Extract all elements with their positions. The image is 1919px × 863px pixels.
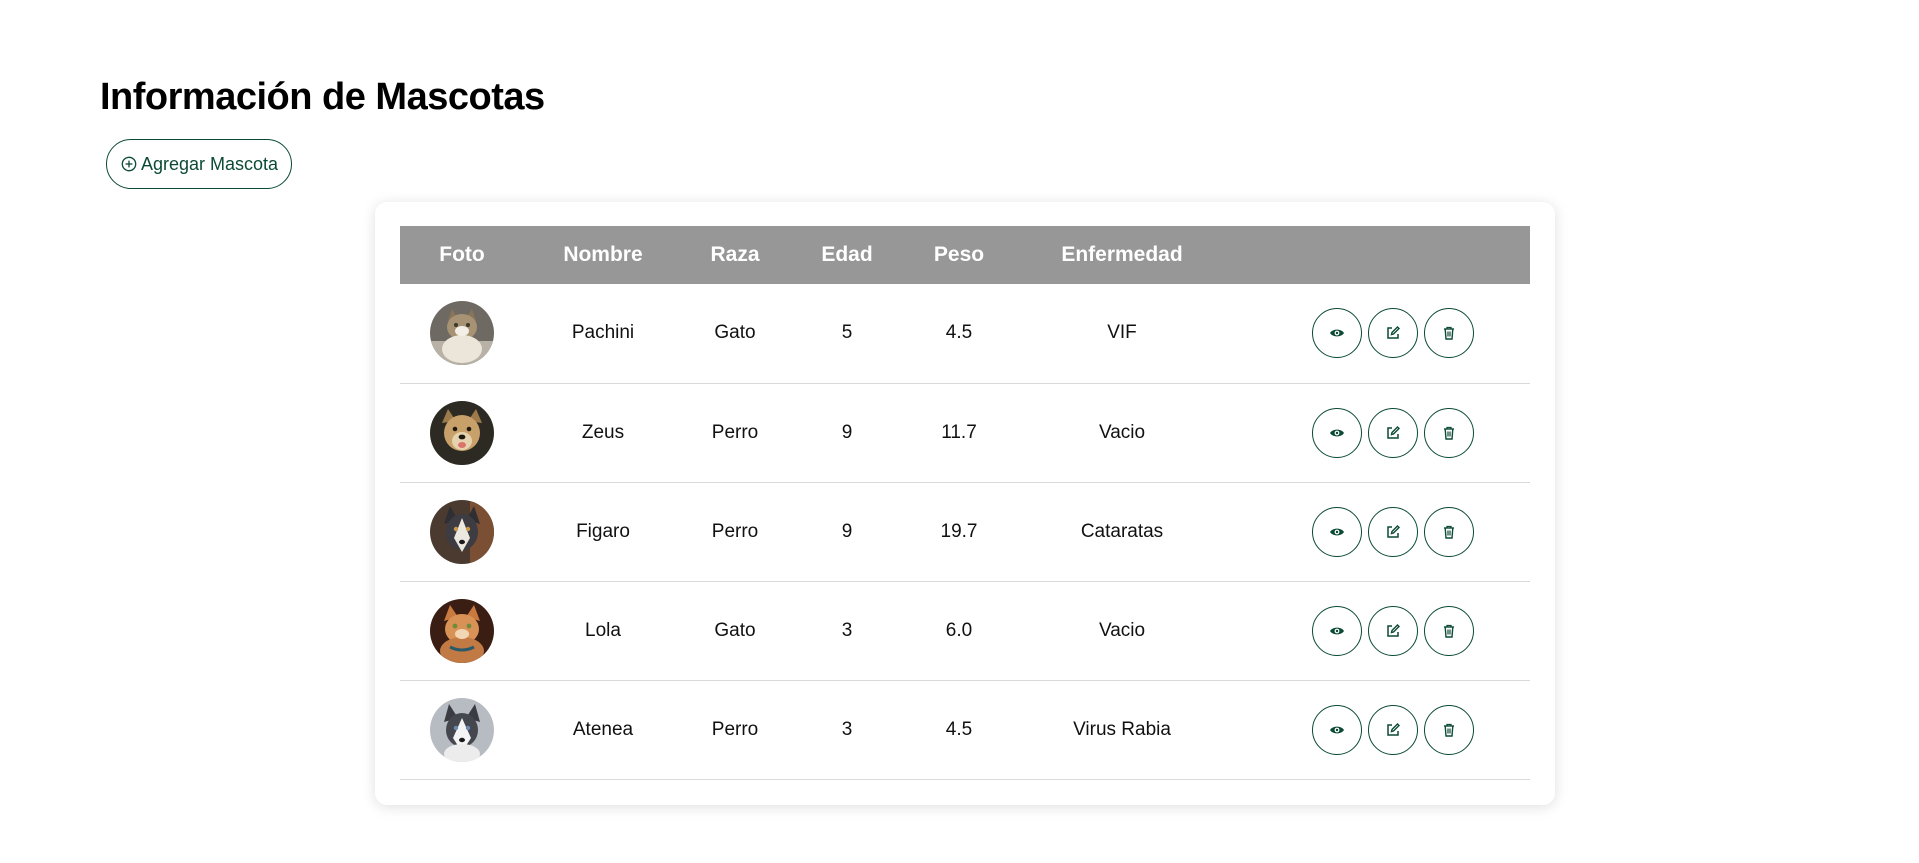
eye-icon bbox=[1329, 623, 1345, 639]
edit-icon bbox=[1385, 325, 1401, 341]
pet-name: Lola bbox=[585, 619, 621, 641]
pet-breed: Perro bbox=[711, 520, 759, 542]
plus-circle-icon bbox=[121, 156, 137, 172]
pet-weight: 19.7 bbox=[940, 520, 978, 542]
pet-name: Zeus bbox=[581, 421, 625, 443]
pet-photo bbox=[430, 400, 494, 465]
pet-disease: Virus Rabia bbox=[1073, 718, 1171, 740]
pet-photo bbox=[430, 499, 494, 564]
delete-button[interactable] bbox=[1424, 506, 1474, 557]
pet-name: Figaro bbox=[576, 520, 630, 542]
pet-disease: Cataratas bbox=[1080, 520, 1164, 542]
row-actions bbox=[1312, 704, 1474, 755]
table-row: Zeus Perro 9 11.7 Vacio bbox=[400, 383, 1530, 482]
header-peso: Peso bbox=[933, 243, 985, 266]
trash-icon bbox=[1441, 325, 1457, 341]
pet-age: 9 bbox=[841, 520, 853, 542]
eye-icon bbox=[1329, 722, 1345, 738]
pet-weight: 4.5 bbox=[945, 718, 973, 740]
table-row: Pachini Gato 5 4.5 VIF bbox=[400, 284, 1530, 383]
table-header-row: Foto Nombre Raza Edad Peso Enfermedad bbox=[400, 226, 1530, 284]
header-actions bbox=[1232, 226, 1530, 284]
trash-icon bbox=[1441, 623, 1457, 639]
header-raza: Raza bbox=[710, 243, 760, 266]
pet-age: 9 bbox=[841, 421, 853, 443]
edit-button[interactable] bbox=[1368, 704, 1418, 755]
header-enfermedad: Enfermedad bbox=[1061, 243, 1183, 266]
view-button[interactable] bbox=[1312, 605, 1362, 656]
edit-icon bbox=[1385, 425, 1401, 441]
edit-button[interactable] bbox=[1368, 308, 1418, 359]
pet-age: 3 bbox=[841, 718, 853, 740]
eye-icon bbox=[1329, 425, 1345, 441]
table-row: Figaro Perro 9 19.7 Cataratas bbox=[400, 482, 1530, 581]
pet-photo bbox=[430, 697, 494, 762]
view-button[interactable] bbox=[1312, 308, 1362, 359]
header-nombre: Nombre bbox=[563, 243, 643, 266]
trash-icon bbox=[1441, 425, 1457, 441]
pet-breed: Gato bbox=[714, 322, 756, 344]
pet-breed: Gato bbox=[714, 619, 756, 641]
pet-age: 3 bbox=[841, 619, 853, 641]
edit-icon bbox=[1385, 722, 1401, 738]
pet-breed: Perro bbox=[711, 421, 759, 443]
row-actions bbox=[1312, 506, 1474, 557]
view-button[interactable] bbox=[1312, 506, 1362, 557]
delete-button[interactable] bbox=[1424, 704, 1474, 755]
delete-button[interactable] bbox=[1424, 605, 1474, 656]
edit-button[interactable] bbox=[1368, 407, 1418, 458]
header-foto: Foto bbox=[439, 243, 485, 266]
pet-weight: 11.7 bbox=[941, 421, 977, 443]
eye-icon bbox=[1329, 325, 1345, 341]
trash-icon bbox=[1441, 722, 1457, 738]
add-pet-button-label: Agregar Mascota bbox=[141, 153, 279, 174]
row-actions bbox=[1312, 308, 1474, 359]
pet-weight: 6.0 bbox=[945, 619, 973, 641]
row-actions bbox=[1312, 407, 1474, 458]
pet-name: Atenea bbox=[572, 718, 634, 740]
trash-icon bbox=[1441, 524, 1457, 540]
add-pet-button[interactable]: Agregar Mascota bbox=[106, 139, 293, 189]
pet-weight: 4.5 bbox=[945, 322, 973, 344]
page: Información de Mascotas Agregar Mascota bbox=[0, 0, 1919, 863]
row-actions bbox=[1312, 605, 1474, 656]
pet-breed: Perro bbox=[711, 718, 759, 740]
table-row: Atenea Perro 3 4.5 Virus Rabia bbox=[400, 680, 1530, 779]
view-button[interactable] bbox=[1312, 407, 1362, 458]
edit-icon bbox=[1385, 524, 1401, 540]
edit-button[interactable] bbox=[1368, 605, 1418, 656]
delete-button[interactable] bbox=[1424, 308, 1474, 359]
delete-button[interactable] bbox=[1424, 407, 1474, 458]
pet-photo bbox=[430, 301, 494, 366]
pet-photo bbox=[430, 598, 494, 663]
header-edad: Edad bbox=[821, 243, 873, 266]
eye-icon bbox=[1329, 524, 1345, 540]
page-title: Información de Mascotas bbox=[100, 76, 545, 118]
edit-button[interactable] bbox=[1368, 506, 1418, 557]
edit-icon bbox=[1385, 623, 1401, 639]
pets-table-card: Foto Nombre Raza Edad Peso Enfermedad Pa… bbox=[375, 202, 1555, 805]
pet-age: 5 bbox=[841, 322, 853, 344]
pet-name: Pachini bbox=[571, 322, 635, 344]
pet-disease: Vacio bbox=[1098, 421, 1146, 443]
pet-disease: Vacio bbox=[1098, 619, 1146, 641]
view-button[interactable] bbox=[1312, 704, 1362, 755]
table-row: Lola Gato 3 6.0 Vacio bbox=[400, 581, 1530, 680]
pet-disease: VIF bbox=[1107, 322, 1137, 344]
pets-table: Foto Nombre Raza Edad Peso Enfermedad Pa… bbox=[400, 226, 1530, 780]
